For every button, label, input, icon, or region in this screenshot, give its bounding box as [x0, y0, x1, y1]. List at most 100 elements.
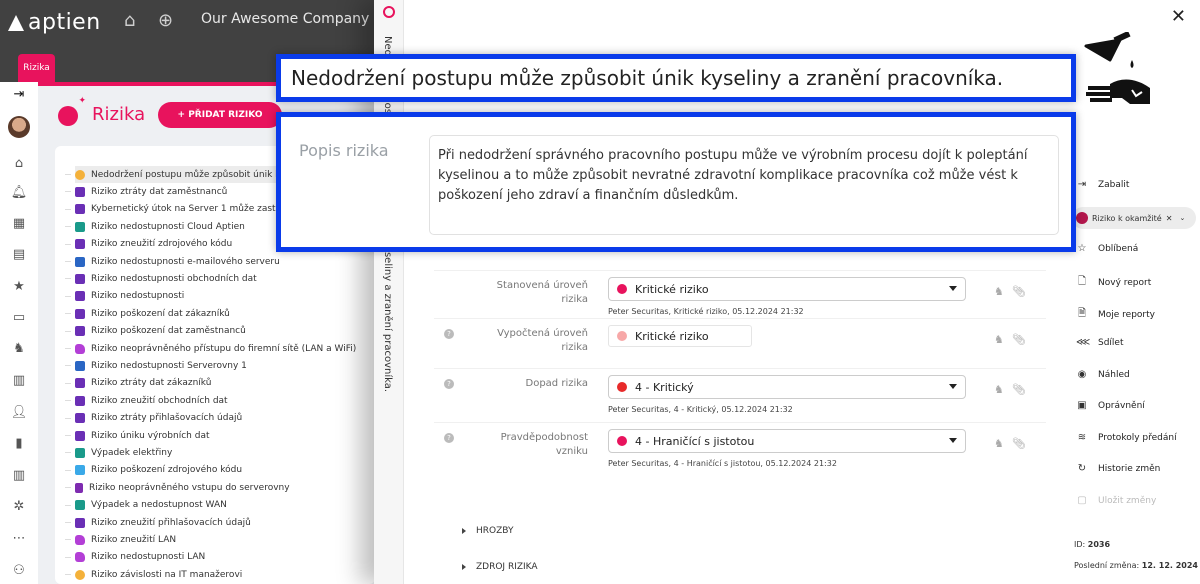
caret-right-icon	[462, 528, 466, 534]
document-icon[interactable]: ▭	[10, 309, 28, 327]
company-name[interactable]: Our Awesome Company	[201, 11, 369, 27]
clipboard-check-icon[interactable]: ▤	[10, 246, 28, 264]
attachment-icon[interactable]: 📎︎	[1012, 285, 1026, 298]
attachment-icon[interactable]: 📎︎	[1012, 437, 1026, 450]
home-icon[interactable]: ⌂	[10, 155, 28, 173]
field-select[interactable]: Kritické riziko	[608, 277, 966, 301]
attachment-icon[interactable]: 📎︎	[1012, 333, 1026, 346]
monitor-icon	[75, 465, 85, 476]
risk-list-item-label: Riziko zneužití LAN	[91, 534, 177, 545]
risk-list-item[interactable]: Riziko ztráty přihlašovacích údajů	[64, 410, 242, 427]
dog-add-icon[interactable]: ♞	[994, 437, 1004, 450]
person-icon[interactable]: 👤︎	[10, 404, 28, 422]
save-icon: ▢	[1077, 495, 1087, 506]
dog-icon[interactable]: ♞	[10, 340, 28, 358]
bell-icon[interactable]: 🔔︎	[10, 184, 28, 202]
dog-add-icon[interactable]: ♞	[994, 285, 1004, 298]
section-toggle[interactable]: HROZBY	[462, 526, 513, 536]
help-icon[interactable]: ?	[444, 379, 454, 389]
risk-list-item[interactable]: Riziko závislosti na IT manažerovi	[64, 566, 243, 583]
risk-list-item[interactable]: Riziko ztráty dat zaměstnanců	[64, 183, 227, 200]
risk-list-item[interactable]: Riziko nedostupnosti	[64, 288, 184, 305]
aptien-logo[interactable]: aptien	[8, 10, 101, 35]
star-icon[interactable]: ★	[10, 278, 28, 296]
add-risk-button[interactable]: + PŘIDAT RIZIKO	[158, 102, 282, 128]
team-icon[interactable]: ⚇	[10, 562, 28, 580]
action-star[interactable]: ☆ Oblíbená	[1076, 243, 1139, 254]
expand-sidebar-icon[interactable]: ⇥	[10, 86, 28, 104]
risk-list-item[interactable]: Riziko neoprávněného vstupu do serverovn…	[65, 479, 290, 496]
risk-list-item[interactable]: Výpadek a nedostupnost WAN	[65, 497, 227, 514]
risk-title: Nedodržení postupu může způsobit únik ky…	[291, 66, 1004, 90]
user-avatar[interactable]	[8, 116, 30, 138]
risk-list-item-label: Riziko úniku výrobních dat	[91, 430, 210, 441]
bomb-icon	[383, 6, 395, 18]
risk-list-item[interactable]: Výpadek elektřiny	[64, 444, 172, 461]
risk-list-item[interactable]: Riziko neoprávněného přístupu do firemní…	[64, 340, 356, 357]
attachment-icon[interactable]: 📎︎	[1012, 383, 1026, 396]
server-icon	[75, 256, 85, 267]
risk-list-item[interactable]: Riziko nedostupnosti e-mailového serveru	[65, 253, 280, 270]
field-value: 4 - Hraničící s jistotou	[635, 434, 755, 448]
risk-list-item[interactable]: Riziko zneužití přihlašovacích údajů	[65, 514, 251, 531]
level-dot-icon	[617, 382, 627, 392]
person-icon	[75, 569, 85, 580]
collapse-icon: ⇥	[1077, 179, 1087, 190]
chevron-down-icon[interactable]: ⌄	[1179, 214, 1185, 222]
field-select[interactable]: 4 - Hraničící s jistotou	[608, 429, 966, 453]
description-label: Popis rizika	[299, 141, 389, 160]
collapse-button[interactable]: ⇥ Zabalit	[1076, 179, 1130, 190]
clipboard-icon[interactable]: ▮	[10, 435, 28, 453]
section-toggle[interactable]: ZDROJ RIZIKA	[462, 562, 538, 572]
help-icon[interactable]: ?	[444, 433, 454, 443]
action-label: Oprávnění	[1098, 400, 1145, 411]
action-share[interactable]: ⋘ Sdílet	[1076, 337, 1124, 348]
risk-list-item[interactable]: Riziko poškození dat zákazníků	[65, 305, 230, 322]
id-label: ID:	[1074, 540, 1086, 549]
report-chart-icon[interactable]: ▥	[10, 372, 28, 390]
apps-icon[interactable]: ⋯	[10, 530, 28, 548]
status-select[interactable]: Riziko k okamžité ✕ ⌄	[1072, 207, 1196, 229]
field-select[interactable]: 4 - Kritický	[608, 375, 966, 399]
risk-list-item[interactable]: Riziko úniku výrobních dat	[65, 427, 210, 444]
risk-list-item[interactable]: Riziko poškození zdrojového kódu	[64, 462, 242, 479]
risk-list-item-label: Riziko poškození dat zaměstnanců	[91, 326, 246, 337]
home-icon[interactable]: ⌂	[124, 10, 135, 31]
risk-list-item[interactable]: Riziko zneužití zdrojového kódu	[64, 236, 232, 253]
help-icon[interactable]: ?	[444, 329, 454, 339]
calendar-icon[interactable]: ▦	[10, 215, 28, 233]
action-reports[interactable]: 🗎 Moje reporty	[1076, 306, 1155, 323]
risk-list-item[interactable]: Riziko nedostupnosti obchodních dat	[65, 270, 257, 287]
database-icon	[75, 326, 85, 337]
action-new-report[interactable]: 🗋 Nový report	[1076, 274, 1151, 291]
risk-list-item[interactable]: Riziko nedostupnosti Serverovny 1	[65, 357, 247, 374]
action-eye[interactable]: ◉ Náhled	[1076, 369, 1130, 380]
network-icon	[75, 343, 85, 354]
clear-status-icon[interactable]: ✕	[1166, 214, 1173, 223]
dropdown-caret-icon	[949, 384, 957, 389]
risk-list-item[interactable]: Riziko ztráty dat zákazníků	[64, 375, 211, 392]
description-textarea[interactable]: Při nedodržení správného pracovního post…	[429, 135, 1059, 235]
risk-list-item[interactable]: Riziko zneužití LAN	[64, 531, 177, 548]
risk-list-item-label: Riziko závislosti na IT manažerovi	[91, 569, 243, 580]
action-permissions[interactable]: ▣ Oprávnění	[1076, 400, 1145, 411]
dog-add-icon[interactable]: ♞	[994, 333, 1004, 346]
risk-list-item[interactable]: Riziko nedostupnosti Cloud Aptien	[65, 218, 245, 235]
action-label: Náhled	[1098, 369, 1130, 380]
library-icon[interactable]: ▥	[10, 467, 28, 485]
add-circle-icon[interactable]: ⊕	[158, 10, 173, 31]
action-history[interactable]: ↻ Historie změn	[1076, 463, 1161, 474]
field-label: Dopad rizika	[525, 378, 588, 389]
logo-text: aptien	[28, 10, 101, 35]
action-handover[interactable]: ≋ Protokoly předání	[1076, 432, 1177, 443]
network-icon[interactable]: ✲	[10, 498, 28, 516]
dog-add-icon[interactable]: ♞	[994, 383, 1004, 396]
risk-list-item[interactable]: Riziko zneužití obchodních dat	[65, 392, 228, 409]
briefcase-icon	[75, 447, 85, 458]
network-icon	[75, 552, 85, 563]
server-icon	[75, 360, 85, 371]
risk-list-item[interactable]: Riziko poškození dat zaměstnanců	[65, 323, 246, 340]
tab-rizika[interactable]: Rizika	[18, 54, 55, 82]
risk-list-item[interactable]: Riziko nedostupnosti LAN	[64, 549, 205, 566]
action-save[interactable]: ▢ Uložit změny	[1076, 495, 1156, 506]
